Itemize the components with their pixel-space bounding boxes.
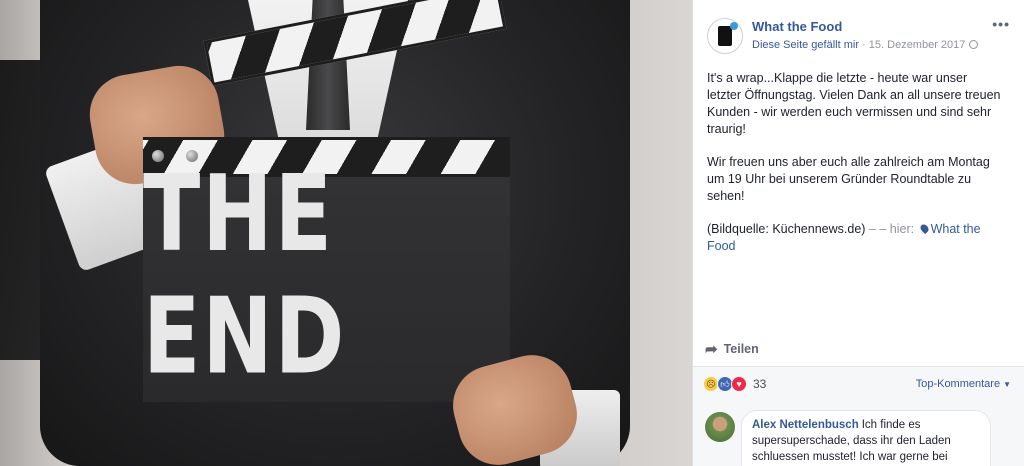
post-paragraph: Wir freuen uns aber euch alle zahlreich …: [707, 155, 990, 203]
clapperboard: THE END: [143, 152, 510, 402]
page-logo-icon: [718, 22, 738, 46]
love-reaction-icon: ♥: [731, 376, 747, 392]
post-meta: Diese Seite gefällt mir · 15. Dezember 2…: [752, 39, 979, 51]
caret-down-icon: ▼: [1003, 380, 1011, 389]
post-panel: What the Food Diese Seite gefällt mir · …: [692, 0, 1024, 466]
post-text: It's a wrap...Klappe die letzte - heute …: [707, 70, 1003, 271]
post-photo[interactable]: THE END: [0, 0, 692, 466]
globe-icon[interactable]: [969, 40, 979, 49]
page-avatar[interactable]: [707, 18, 743, 54]
avatar[interactable]: [705, 412, 735, 442]
post-paragraph: It's a wrap...Klappe die letzte - heute …: [707, 71, 1001, 136]
post-header: What the Food Diese Seite gefällt mir · …: [705, 16, 1012, 60]
post-date[interactable]: 15. Dezember 2017: [869, 39, 966, 51]
reactions-bar: ☹ 👍︎ ♥ 33 Top-Kommentare ▼: [693, 366, 1024, 402]
share-button[interactable]: ➦ Teilen: [705, 338, 1012, 360]
more-options-icon[interactable]: •••: [992, 16, 1010, 32]
page-name-link[interactable]: What the Food: [752, 19, 842, 34]
comment-sort-dropdown[interactable]: Top-Kommentare ▼: [916, 378, 1011, 390]
reaction-count: 33: [753, 377, 767, 391]
share-arrow-icon: ➦: [705, 341, 718, 358]
location-pin-icon: [918, 222, 930, 235]
comments-list: Alex Nettelenbusch Ich finde es supersupe…: [693, 402, 1024, 466]
clapperboard-text: THE END: [143, 152, 347, 397]
comment-author-link[interactable]: Alex Nettelenbusch: [752, 419, 859, 431]
post-paragraph: (Bildquelle: Küchennews.de) – – hier: Wh…: [707, 222, 981, 253]
share-label: Teilen: [723, 342, 759, 356]
comment: Alex Nettelenbusch Ich finde es supersupe…: [741, 410, 991, 466]
like-page-link[interactable]: Diese Seite gefällt mir: [752, 39, 859, 51]
reactions-summary[interactable]: ☹ 👍︎ ♥ 33: [703, 376, 766, 392]
